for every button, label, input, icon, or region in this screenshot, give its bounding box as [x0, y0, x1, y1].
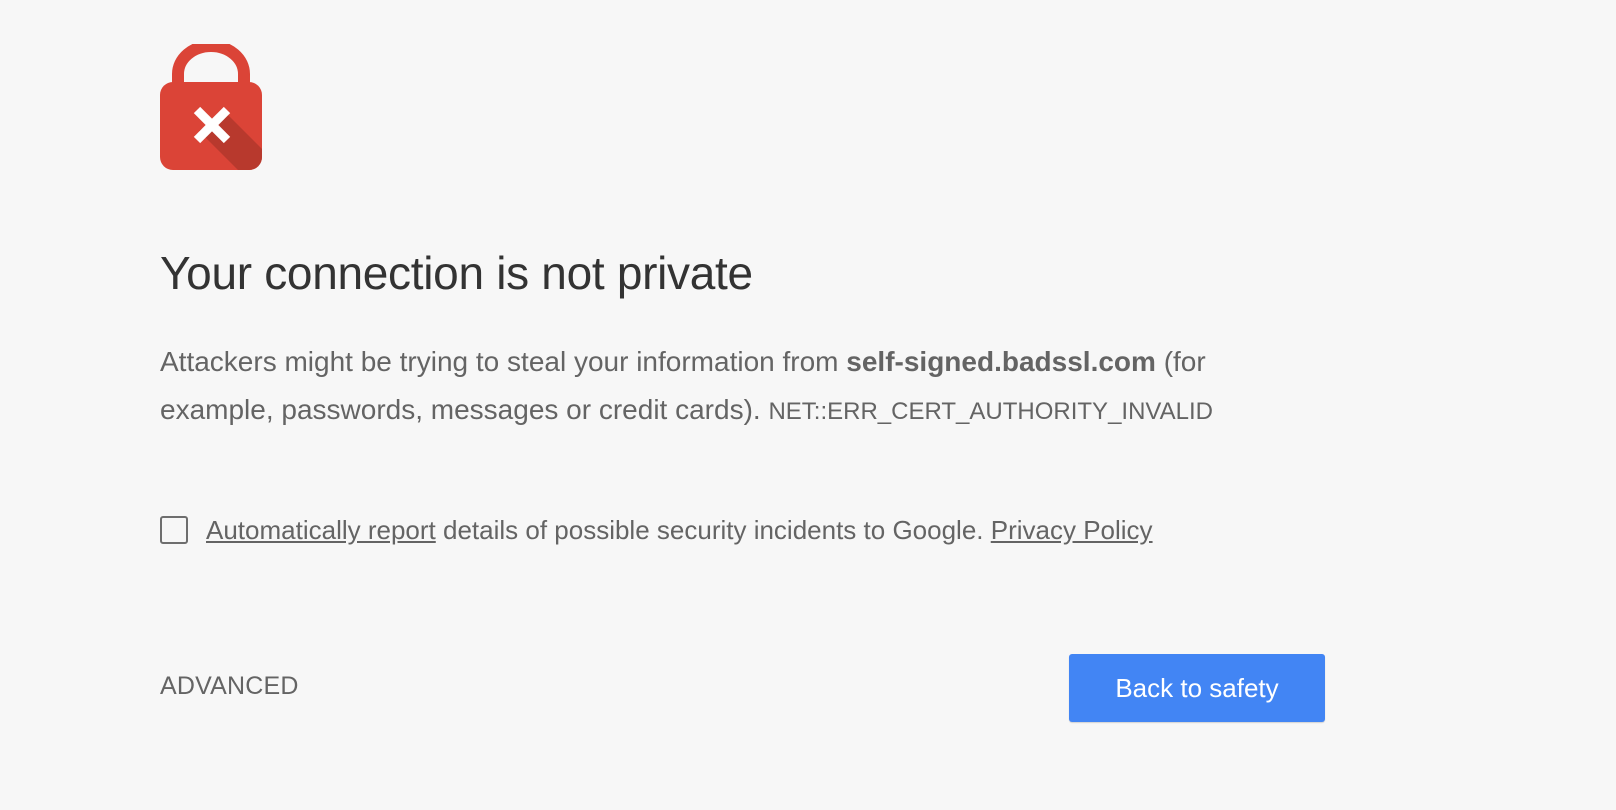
privacy-policy-link[interactable]: Privacy Policy [991, 515, 1153, 546]
report-description: details of possible security incidents t… [435, 514, 991, 545]
report-checkbox[interactable] [160, 516, 188, 544]
advanced-button[interactable]: ADVANCED [160, 672, 299, 701]
error-code: NET::ERR_CERT_AUTHORITY_INVALID [768, 398, 1213, 425]
message-intro: Attackers might be trying to steal your … [160, 346, 847, 377]
automatic-report-link[interactable]: Automatically report [206, 515, 436, 546]
report-option: Automatically report details of possible… [160, 512, 1153, 548]
back-to-safety-button[interactable]: Back to safety [1069, 654, 1325, 722]
page-title: Your connection is not private [160, 247, 753, 299]
lock-error-icon [160, 40, 262, 170]
site-host: self-signed.badssl.com [846, 346, 1156, 377]
error-message: Attackers might be trying to steal your … [160, 338, 1290, 436]
interstitial-page: Your connection is not private Attackers… [0, 0, 1616, 810]
